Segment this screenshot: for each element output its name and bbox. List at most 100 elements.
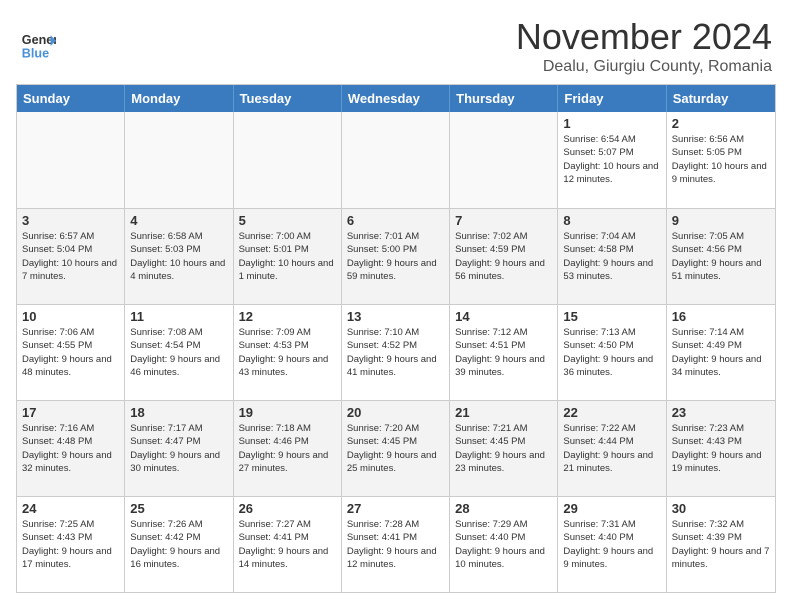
day-number: 20 bbox=[347, 405, 444, 420]
calendar-cell: 30Sunrise: 7:32 AM Sunset: 4:39 PM Dayli… bbox=[667, 497, 775, 592]
page-header: General Blue November 2024 Dealu, Giurgi… bbox=[0, 0, 792, 84]
day-info: Sunrise: 7:13 AM Sunset: 4:50 PM Dayligh… bbox=[563, 326, 660, 379]
calendar-cell bbox=[450, 112, 558, 208]
calendar-cell: 29Sunrise: 7:31 AM Sunset: 4:40 PM Dayli… bbox=[558, 497, 666, 592]
day-number: 26 bbox=[239, 501, 336, 516]
day-number: 25 bbox=[130, 501, 227, 516]
calendar-cell bbox=[125, 112, 233, 208]
svg-text:Blue: Blue bbox=[22, 47, 49, 61]
calendar-header-monday: Monday bbox=[125, 85, 233, 112]
calendar-cell: 19 Sunrise: 7:18 AM Sunset: 4:46 PM Dayli… bbox=[234, 401, 342, 496]
day-info: Sunrise: 7:23 AM Sunset: 4:43 PM Dayligh… bbox=[672, 422, 770, 475]
location: Dealu, Giurgiu County, Romania bbox=[516, 58, 772, 76]
day-info: Sunrise: 7:21 AM Sunset: 4:45 PM Dayligh… bbox=[455, 422, 552, 475]
day-number: 16 bbox=[672, 309, 770, 324]
day-number: 4 bbox=[130, 213, 227, 228]
calendar-cell: 28 Sunrise: 7:29 AM Sunset: 4:40 PM Dayli… bbox=[450, 497, 558, 592]
calendar-cell: 26 Sunrise: 7:27 AM Sunset: 4:41 PM Dayli… bbox=[234, 497, 342, 592]
month-title: November 2024 bbox=[516, 16, 772, 58]
day-number: 7 bbox=[455, 213, 552, 228]
day-number: 14 bbox=[455, 309, 552, 324]
calendar-cell: 13 Sunrise: 7:10 AM Sunset: 4:52 PM Dayli… bbox=[342, 305, 450, 400]
calendar-header-sunday: Sunday bbox=[17, 85, 125, 112]
calendar-week-4: 17 Sunrise: 7:16 AM Sunset: 4:48 PM Dayli… bbox=[17, 400, 775, 496]
day-number: 24 bbox=[22, 501, 119, 516]
calendar-cell: 18Sunrise: 7:17 AM Sunset: 4:47 PM Dayli… bbox=[125, 401, 233, 496]
day-info: Sunrise: 6:54 AM Sunset: 5:07 PM Dayligh… bbox=[563, 133, 660, 186]
day-number: 10 bbox=[22, 309, 119, 324]
day-number: 21 bbox=[455, 405, 552, 420]
calendar-week-5: 24 Sunrise: 7:25 AM Sunset: 4:43 PM Dayli… bbox=[17, 496, 775, 592]
calendar-cell: 27 Sunrise: 7:28 AM Sunset: 4:41 PM Dayli… bbox=[342, 497, 450, 592]
calendar-header-saturday: Saturday bbox=[667, 85, 775, 112]
day-number: 11 bbox=[130, 309, 227, 324]
calendar-cell: 16 Sunrise: 7:14 AM Sunset: 4:49 PM Dayli… bbox=[667, 305, 775, 400]
day-number: 12 bbox=[239, 309, 336, 324]
calendar-header-friday: Friday bbox=[558, 85, 666, 112]
day-number: 5 bbox=[239, 213, 336, 228]
calendar-cell: 8 Sunrise: 7:04 AM Sunset: 4:58 PM Daylig… bbox=[558, 209, 666, 304]
day-number: 15 bbox=[563, 309, 660, 324]
day-info: Sunrise: 7:01 AM Sunset: 5:00 PM Dayligh… bbox=[347, 230, 444, 283]
calendar-cell bbox=[342, 112, 450, 208]
day-info: Sunrise: 7:29 AM Sunset: 4:40 PM Dayligh… bbox=[455, 518, 552, 571]
day-info: Sunrise: 7:16 AM Sunset: 4:48 PM Dayligh… bbox=[22, 422, 119, 475]
day-info: Sunrise: 7:02 AM Sunset: 4:59 PM Dayligh… bbox=[455, 230, 552, 283]
calendar-header-wednesday: Wednesday bbox=[342, 85, 450, 112]
day-info: Sunrise: 7:28 AM Sunset: 4:41 PM Dayligh… bbox=[347, 518, 444, 571]
calendar-week-3: 10 Sunrise: 7:06 AM Sunset: 4:55 PM Dayli… bbox=[17, 304, 775, 400]
calendar-cell: 11Sunrise: 7:08 AM Sunset: 4:54 PM Dayli… bbox=[125, 305, 233, 400]
day-number: 23 bbox=[672, 405, 770, 420]
day-info: Sunrise: 7:25 AM Sunset: 4:43 PM Dayligh… bbox=[22, 518, 119, 571]
calendar-cell: 2 Sunrise: 6:56 AM Sunset: 5:05 PM Daylig… bbox=[667, 112, 775, 208]
calendar-cell: 10 Sunrise: 7:06 AM Sunset: 4:55 PM Dayli… bbox=[17, 305, 125, 400]
day-info: Sunrise: 7:32 AM Sunset: 4:39 PM Dayligh… bbox=[672, 518, 770, 571]
day-number: 6 bbox=[347, 213, 444, 228]
calendar-cell bbox=[234, 112, 342, 208]
day-number: 28 bbox=[455, 501, 552, 516]
logo: General Blue bbox=[20, 28, 56, 64]
day-number: 17 bbox=[22, 405, 119, 420]
day-number: 27 bbox=[347, 501, 444, 516]
day-number: 8 bbox=[563, 213, 660, 228]
day-info: Sunrise: 7:14 AM Sunset: 4:49 PM Dayligh… bbox=[672, 326, 770, 379]
calendar-cell: 5 Sunrise: 7:00 AM Sunset: 5:01 PM Daylig… bbox=[234, 209, 342, 304]
day-number: 18 bbox=[130, 405, 227, 420]
day-number: 19 bbox=[239, 405, 336, 420]
day-info: Sunrise: 7:10 AM Sunset: 4:52 PM Dayligh… bbox=[347, 326, 444, 379]
day-info: Sunrise: 6:56 AM Sunset: 5:05 PM Dayligh… bbox=[672, 133, 770, 186]
day-info: Sunrise: 6:58 AM Sunset: 5:03 PM Dayligh… bbox=[130, 230, 227, 283]
calendar-cell bbox=[17, 112, 125, 208]
day-number: 13 bbox=[347, 309, 444, 324]
calendar-cell: 25 Sunrise: 7:26 AM Sunset: 4:42 PM Dayli… bbox=[125, 497, 233, 592]
calendar-cell: 23 Sunrise: 7:23 AM Sunset: 4:43 PM Dayli… bbox=[667, 401, 775, 496]
day-info: Sunrise: 7:04 AM Sunset: 4:58 PM Dayligh… bbox=[563, 230, 660, 283]
day-info: Sunrise: 6:57 AM Sunset: 5:04 PM Dayligh… bbox=[22, 230, 119, 283]
day-info: Sunrise: 7:18 AM Sunset: 4:46 PM Dayligh… bbox=[239, 422, 336, 475]
calendar-cell: 7 Sunrise: 7:02 AM Sunset: 4:59 PM Daylig… bbox=[450, 209, 558, 304]
day-number: 2 bbox=[672, 116, 770, 131]
calendar-body: 1 Sunrise: 6:54 AM Sunset: 5:07 PM Daylig… bbox=[17, 112, 775, 592]
calendar-cell: 24 Sunrise: 7:25 AM Sunset: 4:43 PM Dayli… bbox=[17, 497, 125, 592]
calendar-week-1: 1 Sunrise: 6:54 AM Sunset: 5:07 PM Daylig… bbox=[17, 112, 775, 208]
day-number: 3 bbox=[22, 213, 119, 228]
day-info: Sunrise: 7:06 AM Sunset: 4:55 PM Dayligh… bbox=[22, 326, 119, 379]
calendar-header-thursday: Thursday bbox=[450, 85, 558, 112]
calendar-cell: 4 Sunrise: 6:58 AM Sunset: 5:03 PM Daylig… bbox=[125, 209, 233, 304]
day-info: Sunrise: 7:09 AM Sunset: 4:53 PM Dayligh… bbox=[239, 326, 336, 379]
logo-icon: General Blue bbox=[20, 28, 56, 64]
calendar-cell: 1 Sunrise: 6:54 AM Sunset: 5:07 PM Daylig… bbox=[558, 112, 666, 208]
calendar-cell: 15 Sunrise: 7:13 AM Sunset: 4:50 PM Dayli… bbox=[558, 305, 666, 400]
day-number: 1 bbox=[563, 116, 660, 131]
day-info: Sunrise: 7:22 AM Sunset: 4:44 PM Dayligh… bbox=[563, 422, 660, 475]
day-info: Sunrise: 7:00 AM Sunset: 5:01 PM Dayligh… bbox=[239, 230, 336, 283]
calendar: SundayMondayTuesdayWednesdayThursdayFrid… bbox=[16, 84, 776, 593]
day-info: Sunrise: 7:31 AM Sunset: 4:40 PM Dayligh… bbox=[563, 518, 660, 571]
calendar-cell: 14 Sunrise: 7:12 AM Sunset: 4:51 PM Dayli… bbox=[450, 305, 558, 400]
day-info: Sunrise: 7:12 AM Sunset: 4:51 PM Dayligh… bbox=[455, 326, 552, 379]
day-info: Sunrise: 7:20 AM Sunset: 4:45 PM Dayligh… bbox=[347, 422, 444, 475]
day-number: 9 bbox=[672, 213, 770, 228]
calendar-header-tuesday: Tuesday bbox=[234, 85, 342, 112]
day-info: Sunrise: 7:26 AM Sunset: 4:42 PM Dayligh… bbox=[130, 518, 227, 571]
day-info: Sunrise: 7:27 AM Sunset: 4:41 PM Dayligh… bbox=[239, 518, 336, 571]
